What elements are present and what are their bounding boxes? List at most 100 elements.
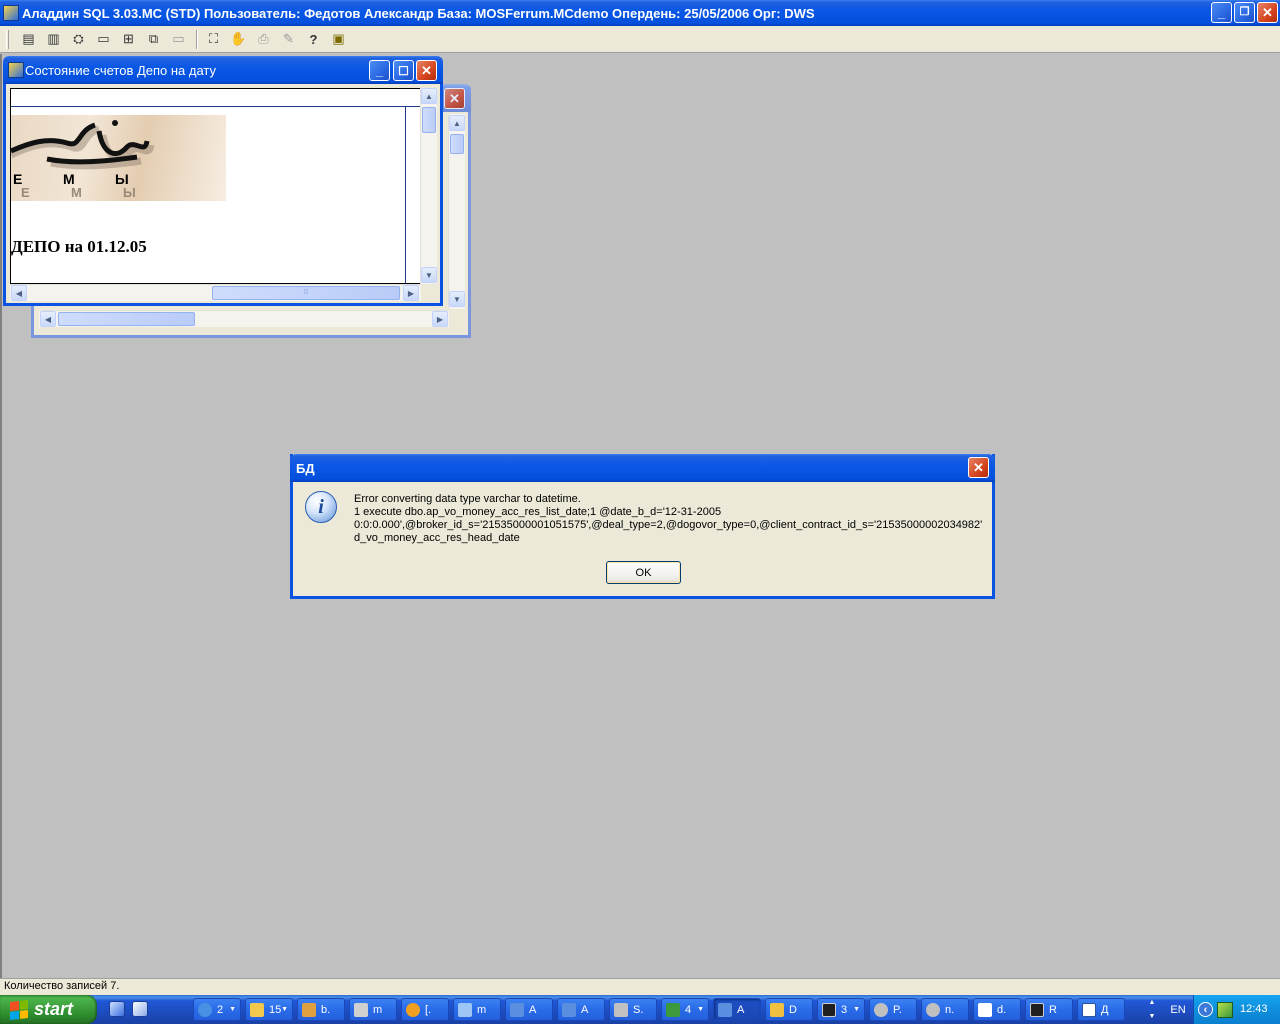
taskbar-group-button[interactable]: 4 ▼ — [661, 998, 709, 1021]
window-disabled-icon[interactable]: ▭ — [167, 28, 190, 50]
back-window-close-button[interactable]: ✕ — [444, 88, 465, 109]
chevron-up-icon[interactable]: ▲ — [1149, 999, 1156, 1006]
scroll-thumb[interactable] — [58, 312, 195, 326]
logo-shadow-letter: Е — [21, 185, 30, 200]
database-icon[interactable]: ▥ — [42, 28, 65, 50]
taskbar-group-button[interactable]: 3 ▼ — [817, 998, 865, 1021]
clock[interactable]: 12:43 — [1240, 1003, 1268, 1015]
child-window-title-bar[interactable]: Состояние счетов Депо на дату _ ☐ ✕ — [3, 56, 443, 84]
report-vscroll[interactable]: ▲ ▼ — [420, 88, 437, 284]
taskbar-button[interactable]: n. — [921, 998, 969, 1021]
taskbar-button[interactable]: [. — [401, 998, 449, 1021]
chevron-down-icon: ▼ — [853, 1006, 860, 1013]
dialog-body: i Error converting data type varchar to … — [293, 482, 992, 596]
back-window-vscroll[interactable]: ▲ ▼ — [448, 114, 465, 309]
taskbar-button[interactable]: S. — [609, 998, 657, 1021]
taskbar-group-button[interactable]: 2 ▼ — [193, 998, 241, 1021]
window-maximize-button[interactable]: ☐ — [393, 60, 414, 81]
dialog-message-line: 0:0:0.000',@broker_id_s='215350000010515… — [354, 519, 983, 531]
taskbar-button-label: A — [529, 1003, 537, 1016]
tree-icon[interactable]: ⛭ — [67, 28, 90, 50]
taskbar-group-button[interactable]: 15 ▼ — [245, 998, 293, 1021]
print-icon[interactable]: ⎙ — [252, 28, 275, 50]
taskbar-button[interactable]: P. — [869, 998, 917, 1021]
cascade-icon[interactable]: ⧉ — [142, 28, 165, 50]
taskbar-button[interactable]: m — [453, 998, 501, 1021]
taskbar-button[interactable]: R — [1025, 998, 1073, 1021]
taskbar-button-label: d. — [997, 1003, 1007, 1016]
tile-icon[interactable]: ⊞ — [117, 28, 140, 50]
window-title: Состояние счетов Депо на дату — [25, 62, 217, 78]
dialog-close-button[interactable]: ✕ — [968, 457, 989, 478]
report-right-line — [405, 107, 406, 283]
chevron-down-icon[interactable]: ▼ — [1149, 1013, 1156, 1020]
scroll-thumb[interactable] — [450, 134, 464, 154]
taskbar-button[interactable]: Д — [1077, 998, 1125, 1021]
status-bar: Количество записей 7. — [0, 978, 1280, 995]
sql-icon — [614, 1002, 628, 1017]
exit-icon[interactable]: ▣ — [327, 28, 350, 50]
windows-logo-icon — [10, 999, 28, 1020]
window-icon[interactable]: ▭ — [92, 28, 115, 50]
window-icon[interactable] — [8, 62, 24, 78]
report-heading: ДЕПО на 01.12.05 — [11, 237, 147, 256]
toolbar-grip[interactable] — [6, 29, 9, 49]
report-viewer: Е М Ы Е М Ы ДЕПО на 01.12.05 — [10, 88, 421, 284]
scroll-up-icon[interactable]: ▲ — [421, 88, 437, 104]
scroll-right-icon[interactable]: ▶ — [432, 311, 448, 327]
app-minimize-button[interactable]: _ — [1211, 2, 1232, 23]
child-window-depo[interactable]: Состояние счетов Депо на дату _ ☐ ✕ Е М … — [3, 56, 443, 306]
help-icon[interactable]: ? — [302, 28, 325, 50]
scroll-left-icon[interactable]: ◀ — [11, 285, 27, 301]
taskbar-button[interactable]: D — [765, 998, 813, 1021]
taskbar-button-label: 2 — [217, 1003, 224, 1016]
taskbar-button[interactable]: A — [505, 998, 553, 1021]
edit-disabled-icon[interactable]: ✎ — [277, 28, 300, 50]
dialog-title: БД — [296, 460, 315, 476]
scroll-thumb[interactable]: ⦙⦙⦙ — [212, 286, 400, 300]
tray-expand-icon[interactable]: ‹ — [1198, 1002, 1213, 1017]
ie-quicklaunch-icon[interactable] — [109, 1001, 125, 1017]
taskbar-scroll[interactable]: ▲ ▼ — [1144, 996, 1160, 1023]
taskbar-button-label: P. — [893, 1003, 902, 1016]
list-icon[interactable]: ▤ — [17, 28, 40, 50]
console-icon — [822, 1002, 836, 1017]
app-icon[interactable] — [3, 5, 19, 21]
desktop-quicklaunch-icon[interactable] — [132, 1001, 148, 1017]
app-close-button[interactable]: ✕ — [1257, 2, 1278, 23]
taskbar-button-label: D — [789, 1003, 797, 1016]
error-dialog[interactable]: БД ✕ i Error converting data type varcha… — [290, 454, 995, 599]
dialog-message-line: d_vo_money_acc_res_head_date — [354, 532, 520, 544]
taskbar-button[interactable]: d. — [973, 998, 1021, 1021]
start-button[interactable]: start — [0, 995, 97, 1024]
taskbar-button[interactable]: b. — [297, 998, 345, 1021]
find-icon[interactable]: ⛶ — [202, 28, 225, 50]
window-close-button[interactable]: ✕ — [416, 60, 437, 81]
taskbar-button-label: m — [477, 1003, 487, 1016]
window-minimize-button[interactable]: _ — [369, 60, 390, 81]
network-icon[interactable] — [1217, 1002, 1233, 1018]
info-icon: i — [305, 491, 337, 523]
scroll-right-icon[interactable]: ▶ — [403, 285, 419, 301]
scroll-left-icon[interactable]: ◀ — [40, 311, 56, 327]
scroll-down-icon[interactable]: ▼ — [421, 267, 437, 283]
taskbar-button-active[interactable]: A — [713, 998, 761, 1021]
chevron-down-icon: ▼ — [281, 1006, 288, 1013]
ok-button[interactable]: OK — [606, 561, 681, 584]
app-restore-button[interactable]: ❐ — [1234, 2, 1255, 23]
language-indicator[interactable]: EN — [1163, 995, 1193, 1024]
stop-icon[interactable]: ✋ — [227, 28, 250, 50]
taskbar-button-label: [. — [425, 1003, 432, 1016]
back-window-hscroll[interactable]: ◀ ▶ — [39, 310, 449, 327]
scroll-thumb[interactable] — [422, 107, 436, 133]
taskbar-button[interactable]: m — [349, 998, 397, 1021]
taskbar-button-label: A — [581, 1003, 589, 1016]
dialog-title-bar[interactable]: БД ✕ — [290, 454, 995, 482]
scroll-up-icon[interactable]: ▲ — [449, 115, 465, 131]
app-title-bar[interactable]: Аладдин SQL 3.03.MC (STD) Пользователь: … — [0, 0, 1280, 26]
report-hscroll[interactable]: ◀ ⦙⦙⦙ ▶ — [10, 284, 421, 301]
taskbar-button[interactable]: A — [557, 998, 605, 1021]
console-icon — [1030, 1002, 1044, 1017]
company-logo: Е М Ы Е М Ы — [11, 115, 226, 201]
scroll-down-icon[interactable]: ▼ — [449, 291, 465, 307]
